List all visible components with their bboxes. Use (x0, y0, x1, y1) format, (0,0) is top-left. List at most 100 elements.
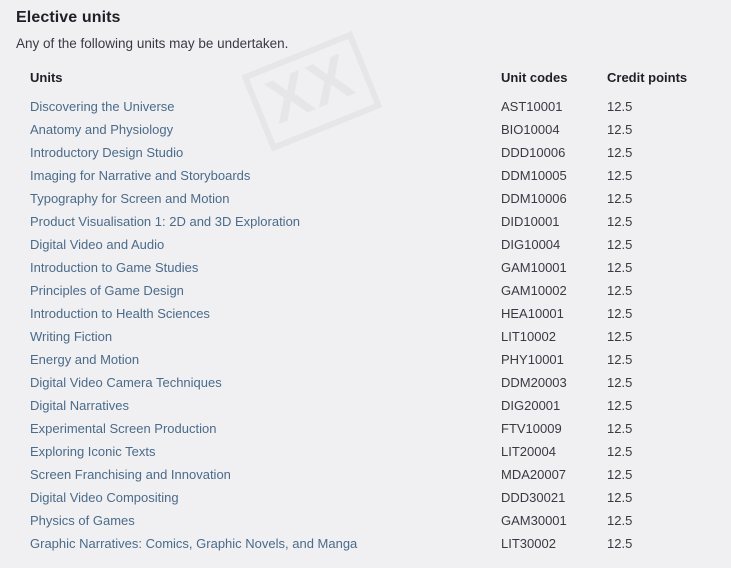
unit-code-cell: AST10001 (501, 99, 563, 114)
table-row: Digital Video Compositing DDD30021 12.5 (0, 486, 731, 509)
table-row: Discovering the Universe AST10001 12.5 (0, 95, 731, 118)
unit-name-cell: Screen Franchising and Innovation (0, 463, 501, 486)
page-title: Elective units (16, 9, 121, 26)
unit-name-cell: Principles of Game Design (0, 279, 501, 302)
unit-name-cell: Discovering the Universe (0, 95, 501, 118)
unit-name-cell: Introduction to Game Studies (0, 256, 501, 279)
unit-name-cell: Introduction to Health Sciences (0, 302, 501, 325)
unit-link[interactable]: Introductory Design Studio (30, 145, 183, 160)
page-subtitle: Any of the following units may be undert… (16, 36, 289, 51)
table-row: Energy and Motion PHY10001 12.5 (0, 348, 731, 371)
unit-link[interactable]: Product Visualisation 1: 2D and 3D Explo… (30, 214, 300, 229)
unit-name-cell: Typography for Screen and Motion (0, 187, 501, 210)
credit-points-cell: 12.5 (607, 191, 633, 206)
credit-points-cell: 12.5 (607, 99, 633, 114)
unit-link[interactable]: Anatomy and Physiology (30, 122, 173, 137)
elective-units-table: Units Unit codes Credit points Discoveri… (0, 70, 731, 555)
table-row: Writing Fiction LIT10002 12.5 (0, 325, 731, 348)
unit-code-cell: DDD30021 (501, 490, 566, 505)
column-header-credit-points: Credit points (607, 70, 688, 85)
table-row: Screen Franchising and Innovation MDA2000… (0, 463, 731, 486)
unit-name-cell: Digital Video and Audio (0, 233, 501, 256)
unit-link[interactable]: Exploring Iconic Texts (30, 444, 156, 459)
credit-points-cell: 12.5 (607, 375, 633, 390)
credit-points-cell: 12.5 (607, 283, 633, 298)
table-header: Units Unit codes Credit points (0, 70, 731, 95)
table-row: Exploring Iconic Texts LIT20004 12.5 (0, 440, 731, 463)
unit-link[interactable]: Imaging for Narrative and Storyboards (30, 168, 250, 183)
table-row: Digital Video and Audio DIG10004 12.5 (0, 233, 731, 256)
unit-name-cell: Physics of Games (0, 509, 501, 532)
unit-code-cell: DDM20003 (501, 375, 567, 390)
unit-link[interactable]: Introduction to Health Sciences (30, 306, 210, 321)
credit-points-cell: 12.5 (607, 490, 633, 505)
credit-points-cell: 12.5 (607, 168, 633, 183)
credit-points-cell: 12.5 (607, 467, 633, 482)
unit-code-cell: LIT30002 (501, 536, 556, 551)
unit-link[interactable]: Digital Video Compositing (30, 490, 179, 505)
table-row: Physics of Games GAM30001 12.5 (0, 509, 731, 532)
credit-points-cell: 12.5 (607, 536, 633, 551)
unit-link[interactable]: Digital Narratives (30, 398, 129, 413)
credit-points-cell: 12.5 (607, 444, 633, 459)
unit-code-cell: HEA10001 (501, 306, 564, 321)
unit-link[interactable]: Physics of Games (30, 513, 135, 528)
unit-link[interactable]: Introduction to Game Studies (30, 260, 198, 275)
credit-points-cell: 12.5 (607, 398, 633, 413)
credit-points-cell: 12.5 (607, 260, 633, 275)
table-row: Graphic Narratives: Comics, Graphic Nove… (0, 532, 731, 555)
unit-name-cell: Digital Video Camera Techniques (0, 371, 501, 394)
unit-link[interactable]: Screen Franchising and Innovation (30, 467, 231, 482)
unit-code-cell: DDM10006 (501, 191, 567, 206)
unit-link[interactable]: Digital Video and Audio (30, 237, 164, 252)
unit-code-cell: FTV10009 (501, 421, 562, 436)
unit-code-cell: DDM10005 (501, 168, 567, 183)
credit-points-cell: 12.5 (607, 214, 633, 229)
table-row: Product Visualisation 1: 2D and 3D Explo… (0, 210, 731, 233)
unit-name-cell: Introductory Design Studio (0, 141, 501, 164)
unit-link[interactable]: Writing Fiction (30, 329, 112, 344)
unit-link[interactable]: Digital Video Camera Techniques (30, 375, 222, 390)
unit-code-cell: LIT20004 (501, 444, 556, 459)
table-row: Digital Video Camera Techniques DDM20003 1… (0, 371, 731, 394)
unit-link[interactable]: Experimental Screen Production (30, 421, 216, 436)
table-body: Discovering the Universe AST10001 12.5 Anat… (0, 95, 731, 555)
unit-code-cell: MDA20007 (501, 467, 567, 482)
unit-name-cell: Writing Fiction (0, 325, 501, 348)
unit-link[interactable]: Energy and Motion (30, 352, 139, 367)
column-header-units: Units (30, 70, 63, 85)
unit-name-cell: Imaging for Narrative and Storyboards (0, 164, 501, 187)
table-row: Introduction to Health Sciences HEA10001 1… (0, 302, 731, 325)
unit-name-cell: Graphic Narratives: Comics, Graphic Nove… (0, 532, 501, 555)
credit-points-cell: 12.5 (607, 329, 633, 344)
table-row: Digital Narratives DIG20001 12.5 (0, 394, 731, 417)
unit-name-cell: Digital Narratives (0, 394, 501, 417)
table-header-row: Units Unit codes Credit points (0, 70, 731, 95)
unit-code-cell: GAM10002 (501, 283, 567, 298)
unit-name-cell: Exploring Iconic Texts (0, 440, 501, 463)
unit-link[interactable]: Principles of Game Design (30, 283, 184, 298)
credit-points-cell: 12.5 (607, 421, 633, 436)
unit-code-cell: DDD10006 (501, 145, 566, 160)
elective-units-page: Elective units Any of the following unit… (0, 0, 731, 555)
unit-code-cell: DIG20001 (501, 398, 561, 413)
credit-points-cell: 12.5 (607, 237, 633, 252)
table-row: Principles of Game Design GAM10002 12.5 (0, 279, 731, 302)
unit-name-cell: Digital Video Compositing (0, 486, 501, 509)
table-row: Introductory Design Studio DDD10006 12.5 (0, 141, 731, 164)
table-row: Imaging for Narrative and Storyboards DDM… (0, 164, 731, 187)
unit-code-cell: LIT10002 (501, 329, 556, 344)
table-row: Anatomy and Physiology BIO10004 12.5 (0, 118, 731, 141)
unit-link[interactable]: Typography for Screen and Motion (30, 191, 229, 206)
unit-name-cell: Energy and Motion (0, 348, 501, 371)
credit-points-cell: 12.5 (607, 306, 633, 321)
unit-name-cell: Anatomy and Physiology (0, 118, 501, 141)
unit-link[interactable]: Discovering the Universe (30, 99, 175, 114)
unit-code-cell: GAM30001 (501, 513, 567, 528)
credit-points-cell: 12.5 (607, 145, 633, 160)
unit-code-cell: DID10001 (501, 214, 560, 229)
credit-points-cell: 12.5 (607, 122, 633, 137)
unit-link[interactable]: Graphic Narratives: Comics, Graphic Nove… (30, 536, 357, 551)
table-row: Typography for Screen and Motion DDM10006… (0, 187, 731, 210)
unit-name-cell: Experimental Screen Production (0, 417, 501, 440)
